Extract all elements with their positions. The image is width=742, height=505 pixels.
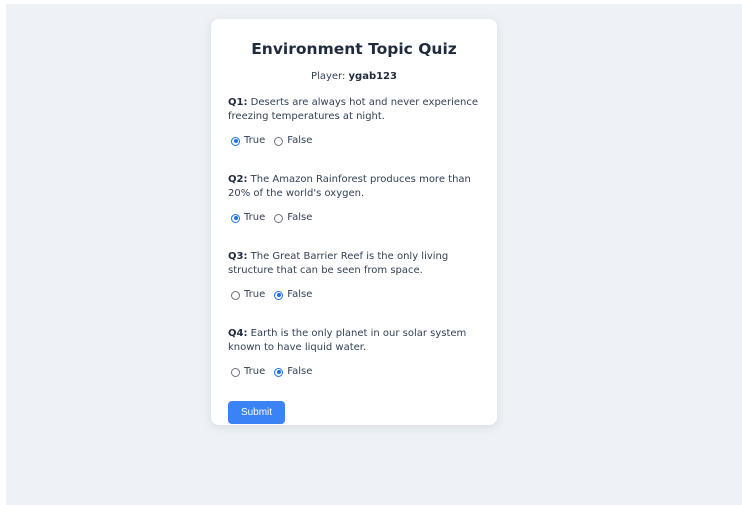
question-3: Q3: The Great Barrier Reef is the only l… [228, 250, 480, 301]
option-label-true: True [244, 135, 266, 146]
player-name: ygab123 [348, 71, 397, 82]
q1-option-true[interactable]: True [228, 135, 265, 147]
page-background: Environment Topic Quiz Player: ygab123 Q… [6, 4, 742, 505]
question-body: The Amazon Rainforest produces more than… [228, 174, 471, 199]
q4-option-false[interactable]: False [271, 366, 312, 378]
question-text: Q2: The Amazon Rainforest produces more … [228, 173, 480, 201]
option-label-false: False [287, 366, 313, 377]
answer-options: True False [228, 135, 480, 147]
q4-radio-false[interactable] [274, 367, 284, 377]
q1-radio-true[interactable] [231, 136, 240, 146]
q4-radio-true[interactable] [231, 367, 240, 377]
submit-button[interactable]: Submit [228, 401, 285, 424]
q1-radio-false[interactable] [274, 136, 284, 146]
q3-radio-true[interactable] [231, 290, 240, 300]
q4-option-true[interactable]: True [228, 366, 265, 378]
question-4: Q4: Earth is the only planet in our sola… [228, 327, 480, 378]
option-label-true: True [244, 212, 266, 223]
answer-options: True False [228, 289, 480, 301]
quiz-title: Environment Topic Quiz [251, 40, 457, 58]
option-label-true: True [244, 366, 266, 377]
q3-option-true[interactable]: True [228, 289, 265, 301]
question-text: Q3: The Great Barrier Reef is the only l… [228, 250, 480, 278]
option-label-false: False [287, 212, 313, 223]
question-body: Deserts are always hot and never experie… [228, 97, 478, 122]
question-body: Earth is the only planet in our solar sy… [228, 328, 467, 353]
question-body: The Great Barrier Reef is the only livin… [228, 251, 449, 276]
option-label-false: False [287, 135, 313, 146]
question-number: Q2: [228, 174, 248, 185]
question-number: Q4: [228, 328, 248, 339]
answer-options: True False [228, 212, 480, 224]
q2-radio-true[interactable] [231, 213, 240, 223]
question-text: Q1: Deserts are always hot and never exp… [228, 96, 480, 124]
answer-options: True False [228, 366, 480, 378]
question-2: Q2: The Amazon Rainforest produces more … [228, 173, 480, 224]
question-text: Q4: Earth is the only planet in our sola… [228, 327, 480, 355]
q2-option-true[interactable]: True [228, 212, 265, 224]
q2-radio-false[interactable] [274, 213, 284, 223]
question-1: Q1: Deserts are always hot and never exp… [228, 96, 480, 147]
quiz-card: Environment Topic Quiz Player: ygab123 Q… [211, 19, 497, 425]
player-info: Player: ygab123 [228, 70, 480, 84]
q1-option-false[interactable]: False [271, 135, 312, 147]
question-number: Q3: [228, 251, 248, 262]
player-label: Player: [311, 71, 346, 82]
question-number: Q1: [228, 97, 248, 108]
q3-radio-false[interactable] [274, 290, 284, 300]
q3-option-false[interactable]: False [271, 289, 312, 301]
option-label-false: False [287, 289, 313, 300]
option-label-true: True [244, 289, 266, 300]
q2-option-false[interactable]: False [271, 212, 312, 224]
